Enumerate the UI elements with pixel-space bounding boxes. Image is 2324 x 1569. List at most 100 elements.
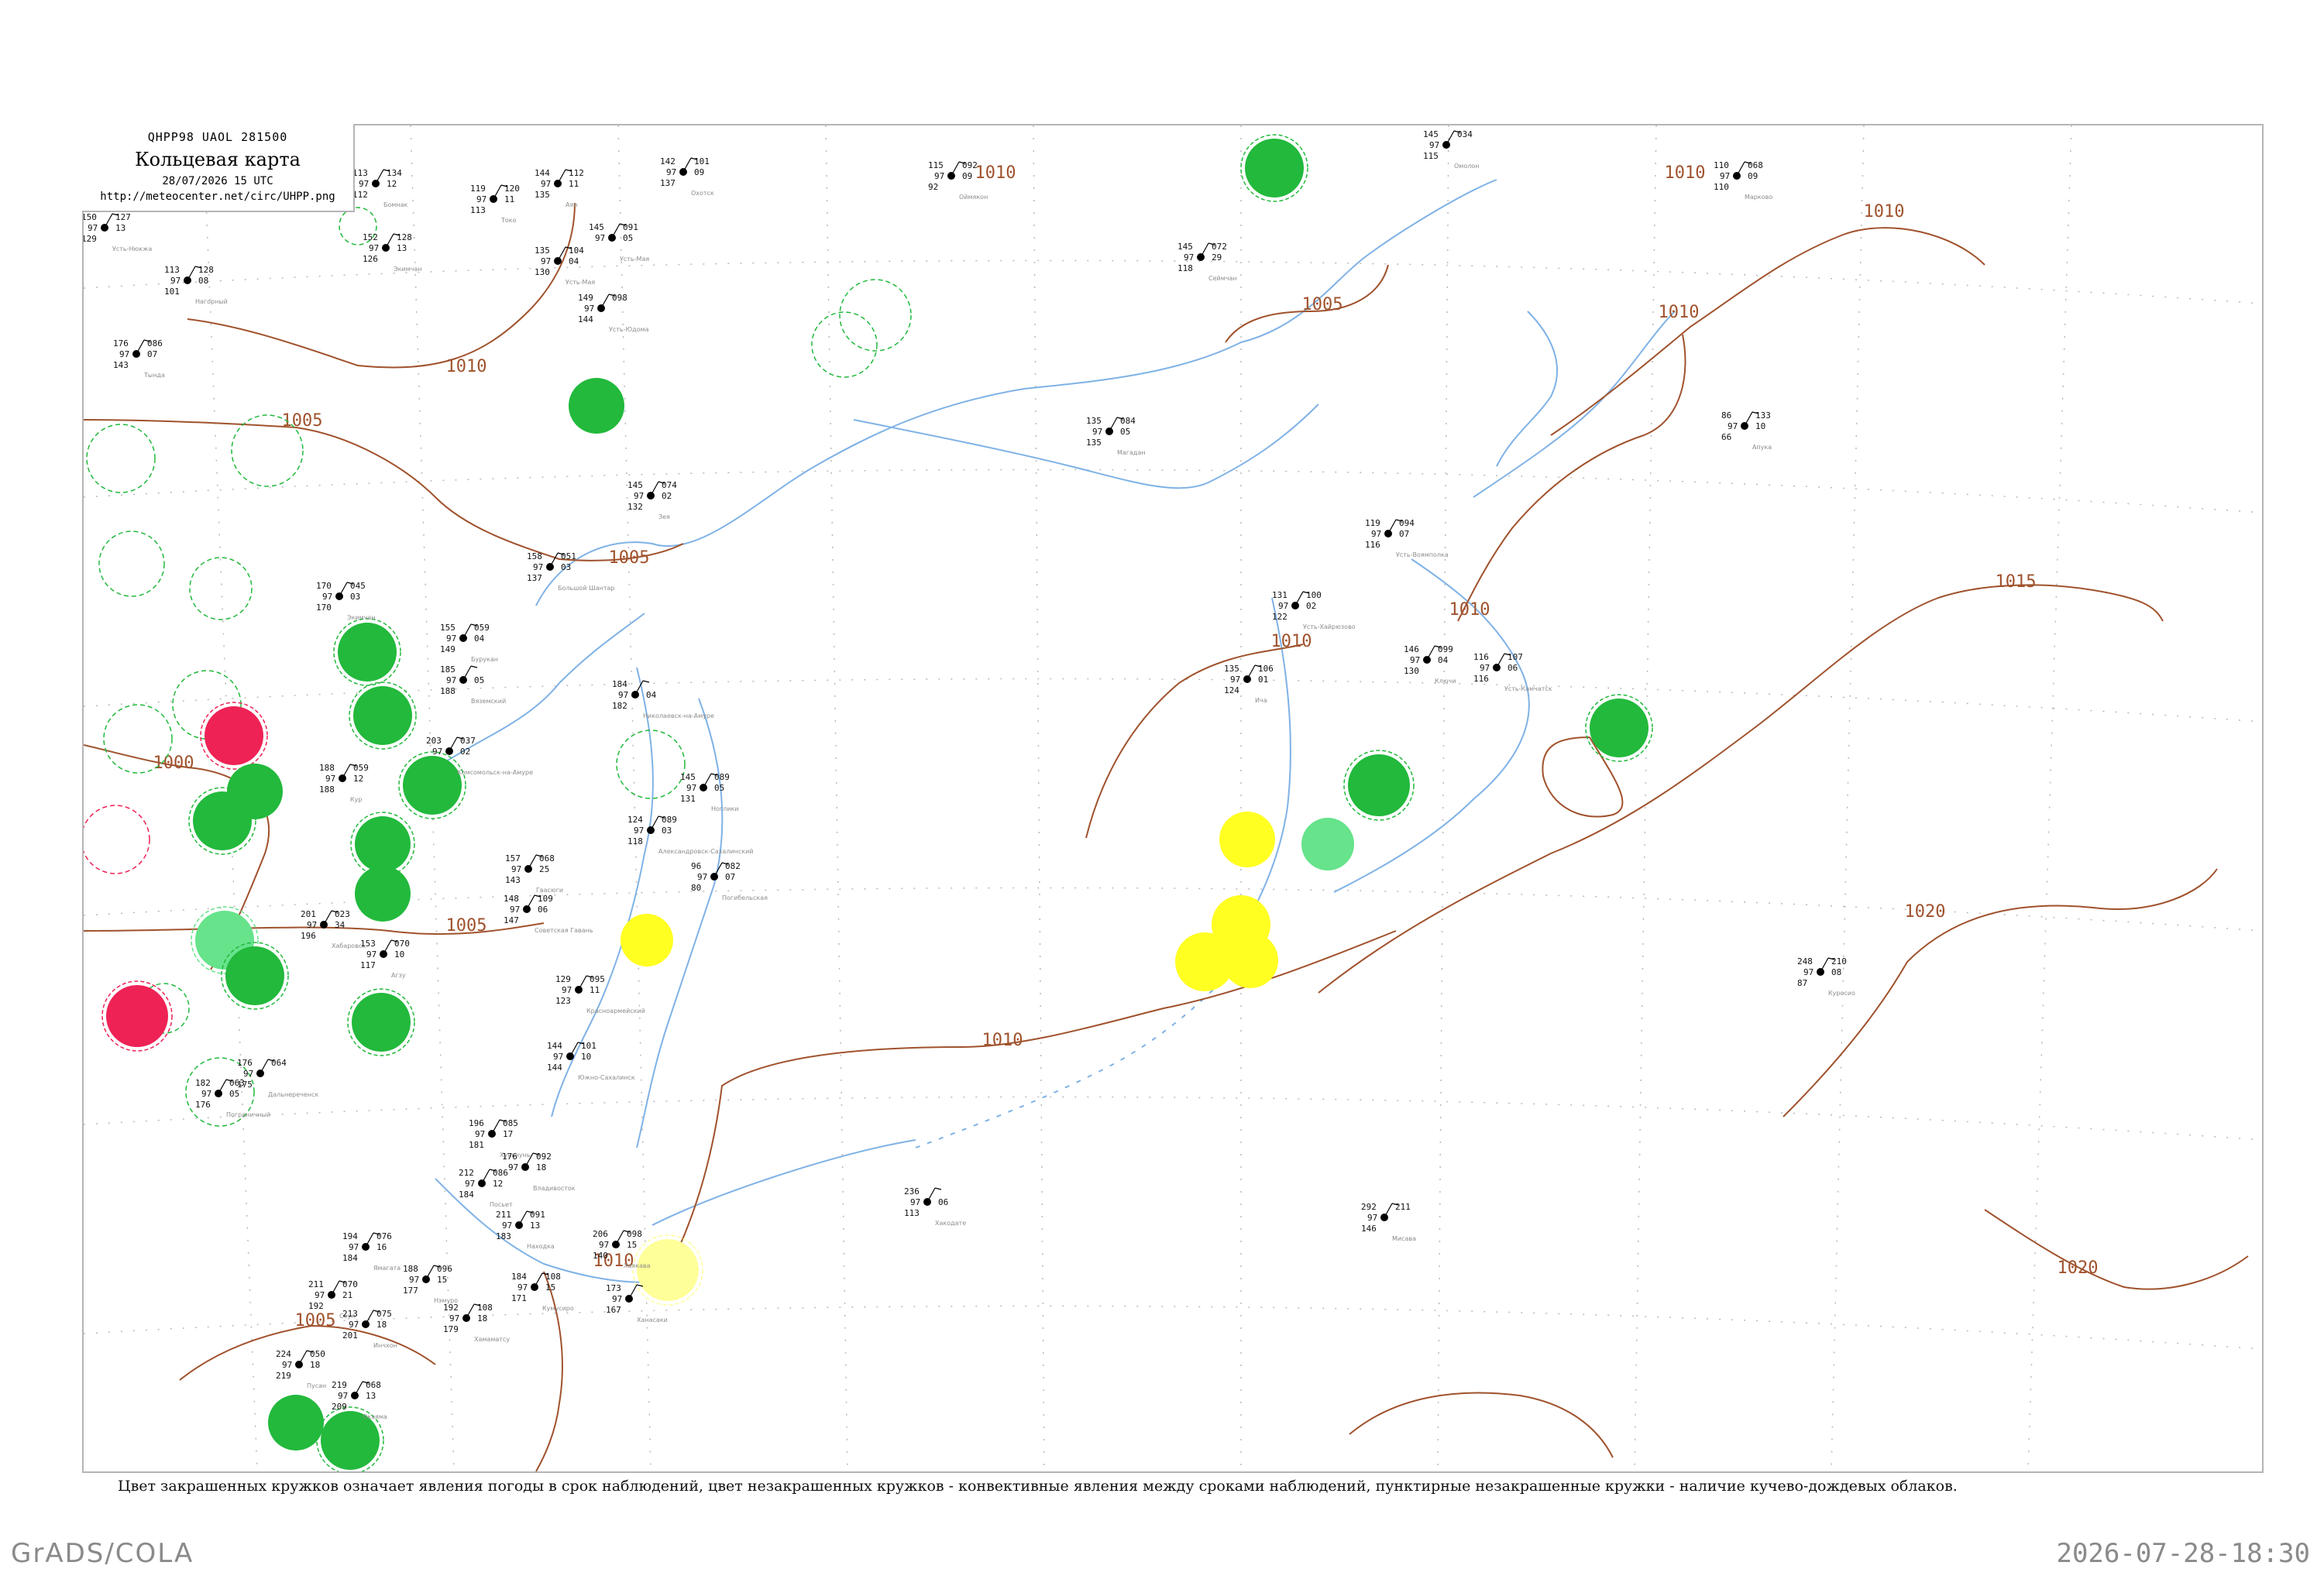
station-pressure: 092 xyxy=(962,160,978,170)
station-name: Ича xyxy=(1255,697,1267,704)
wind-barb xyxy=(578,975,587,990)
isobar-label: 1020 xyxy=(2058,1258,2099,1278)
station-plot[interactable]: 13597124 10601 Ича xyxy=(1224,664,1274,704)
isobar-label: 1010 xyxy=(1271,632,1312,651)
station-name: Токо xyxy=(500,217,517,224)
station-tendency: 04 xyxy=(569,256,579,266)
station-visibility: 97 xyxy=(465,1179,475,1189)
station-visibility: 97 xyxy=(634,491,644,501)
station-name: Агзу xyxy=(391,972,406,979)
station-plot[interactable]: 969780 08207 Погибельская xyxy=(691,861,768,901)
station-dewpoint: 137 xyxy=(660,178,676,188)
station-tendency: 29 xyxy=(1212,252,1222,263)
station-plot[interactable]: 15897137 05103 Большой Шантар xyxy=(527,551,615,592)
station-pressure: 127 xyxy=(115,212,131,222)
station-plot[interactable]: 13597135 08405 Магадан xyxy=(1086,416,1146,456)
station-plot[interactable]: 18297176 06305 Пограничный xyxy=(195,1078,270,1118)
station-plot[interactable]: 15397117 07010 Агзу xyxy=(360,939,410,979)
station-plot[interactable]: 14497144 10110 Южно-Сахалинск xyxy=(547,1041,635,1081)
station-plot[interactable]: 12997123 09511 Красноармейский xyxy=(555,974,645,1015)
station-plot[interactable]: 21297184 08612 Посьет xyxy=(459,1168,513,1208)
station-temp: 236 xyxy=(904,1186,920,1196)
station-temp: 144 xyxy=(535,168,550,178)
isobar-1005-sw xyxy=(179,1324,436,1381)
isobar-1010-center xyxy=(667,930,1397,1272)
station-plot[interactable]: 21197183 09113 Находка xyxy=(496,1210,555,1250)
station-plot[interactable]: 11997113 12011 Токо xyxy=(470,184,520,224)
station-plot[interactable]: 2489787 21008 Куросио xyxy=(1797,956,1855,997)
station-pressure: 104 xyxy=(569,245,584,256)
station-pressure: 098 xyxy=(627,1229,642,1239)
station-dewpoint: 135 xyxy=(535,190,550,200)
station-tendency: 11 xyxy=(590,985,600,995)
station-temp: 158 xyxy=(527,551,542,561)
station-temp: 182 xyxy=(195,1078,211,1088)
station-plot[interactable]: 23697113 06 Хакодате xyxy=(904,1186,966,1227)
station-visibility: 97 xyxy=(510,905,520,915)
station-name: Усть-Мая xyxy=(620,256,649,263)
station-visibility: 97 xyxy=(634,826,644,836)
station-visibility: 97 xyxy=(1371,529,1381,539)
station-plot[interactable]: 19297179 10818 Хамаматсу xyxy=(443,1303,510,1343)
station-plot[interactable]: 14297137 10109 Охотск xyxy=(660,156,714,197)
station-name: Южно-Сахалинск xyxy=(578,1074,635,1081)
station-name: Оймякон xyxy=(959,194,988,201)
station-tendency: 12 xyxy=(353,774,363,784)
station-plot[interactable]: 21397201 07518 Инчхон xyxy=(342,1309,397,1349)
station-dewpoint: 184 xyxy=(342,1253,358,1263)
station-plot[interactable]: 11397101 12808 Нагорный xyxy=(164,265,228,305)
station-plot[interactable]: 18597188 05 Вяземский xyxy=(440,664,506,705)
map-url[interactable]: http://meteocenter.net/circ/UHPP.png xyxy=(82,191,353,203)
station-plot[interactable]: 14497135 11211 Аян xyxy=(535,168,584,208)
station-name: Апука xyxy=(1752,444,1772,451)
station-plot[interactable]: 14697130 09904 Ключи xyxy=(1404,644,1456,685)
station-plot[interactable]: 17697175064Дальнереченск xyxy=(237,1058,318,1098)
station-plot[interactable]: 18897188 05912 Кур xyxy=(319,763,369,803)
station-plot[interactable]: 11097110 06809 Марково xyxy=(1714,160,1772,201)
wind-barb xyxy=(615,1230,624,1245)
station-plot[interactable]: 15797143 06825 Гвасюги xyxy=(505,853,563,894)
station-plot[interactable]: 1139711213412Бомнак xyxy=(352,168,408,208)
station-plot[interactable]: 17097170 04503 Экимчан xyxy=(316,581,376,621)
station-plot[interactable]: 13597130 10404 Усть-Мая xyxy=(535,245,595,286)
station-plot[interactable]: 15097129 12713 Усть-Нюкжа xyxy=(84,212,152,252)
station-plot[interactable]: 14597131 08905 Ноглики xyxy=(680,772,738,812)
station-visibility: 97 xyxy=(1410,655,1420,665)
station-plot[interactable]: 14597118 07229 Сеймчан xyxy=(1177,242,1237,282)
station-plot[interactable]: 15297126 12813 Экимчан xyxy=(363,232,422,273)
station-plot[interactable]: 1889717709615Нэмуро xyxy=(403,1264,458,1304)
coast-japan-north xyxy=(651,1139,916,1226)
station-temp: 224 xyxy=(276,1349,291,1359)
station-plot[interactable]: 14597115 034 Омолон xyxy=(1423,129,1479,170)
station-plot[interactable]: 14597132 07402 Зея xyxy=(627,480,677,520)
station-plot[interactable]: 18497171 10815 Кумусиро xyxy=(511,1272,574,1312)
station-plot[interactable]: 15597149 05904 Бурукан xyxy=(440,623,498,663)
wind-barb xyxy=(528,854,537,870)
station-tendency: 13 xyxy=(115,223,125,233)
station-plot[interactable]: 17697 09218 Владивосток xyxy=(502,1152,576,1192)
station-plot[interactable]: 19497184 07616 Ямагата xyxy=(342,1231,401,1272)
station-tendency: 04 xyxy=(1438,655,1449,665)
station-plot[interactable]: 14997144 098 Усть-Юдома xyxy=(578,293,649,333)
station-pressure: 094 xyxy=(1399,518,1415,528)
isobar-labels: 1010100510051000100510101010101010101010… xyxy=(153,163,2099,1330)
station-plot[interactable]: 869766 13310 Апука xyxy=(1721,410,1772,451)
station-plot[interactable]: 1969718108517Хуньчунь xyxy=(469,1118,531,1159)
station-plot[interactable]: 13197122 10002 Усть-Хайрюзово xyxy=(1272,590,1356,630)
station-plot[interactable]: 11697116 10706 Усть-Камчатск xyxy=(1473,652,1552,692)
station-dewpoint: 147 xyxy=(504,915,519,925)
station-visibility: 97 xyxy=(338,1391,348,1401)
station-dewpoint: 101 xyxy=(164,287,180,297)
station-temp: 115 xyxy=(928,160,944,170)
station-plot[interactable]: 17697143 08607 Тында xyxy=(113,338,165,379)
station-tendency: 06 xyxy=(538,905,548,915)
station-name: Ханасаки xyxy=(637,1317,668,1324)
station-plot[interactable]: 29297146 211 Мисава xyxy=(1361,1202,1416,1242)
station-plot[interactable]: 22497219 05018 Пусан xyxy=(276,1349,326,1389)
station-plot[interactable]: 14597 09105 Усть-Мая xyxy=(589,222,649,263)
station-visibility: 97 xyxy=(541,179,551,189)
station-plot[interactable]: 11997116 09407 Усть-Воямполка xyxy=(1365,518,1449,558)
station-temp: 144 xyxy=(547,1041,562,1051)
station-visibility: 97 xyxy=(666,167,676,177)
station-tendency: 07 xyxy=(1399,529,1409,539)
